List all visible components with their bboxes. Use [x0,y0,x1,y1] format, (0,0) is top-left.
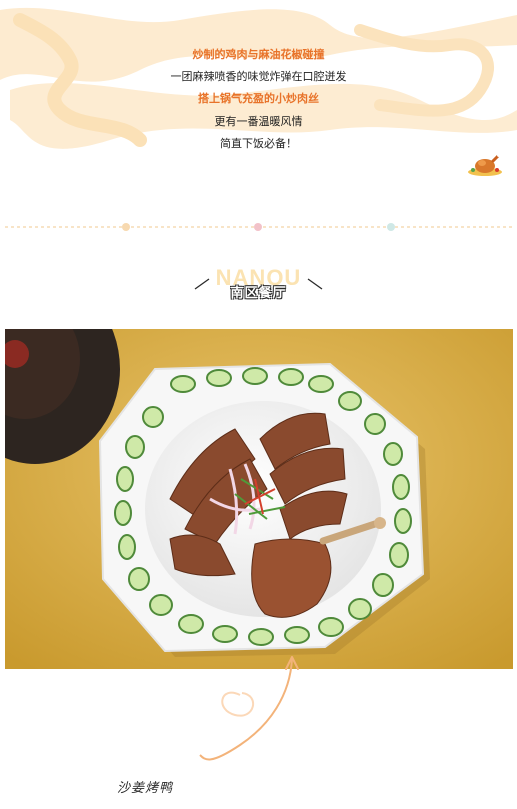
dish-photo [5,329,513,669]
intro-line-4: 更有一番温暖风情 [214,115,303,128]
curved-arrow-decoration [199,656,299,761]
intro-line-3: 搭上锅气充盈的小炒肉丝 [198,92,319,105]
dish-caption: 沙姜烤鸭 [117,781,174,796]
intro-line-2: 一团麻辣喷香的味觉炸弹在口腔迸发 [170,70,347,83]
intro-line-1: 炒制的鸡肉与麻油花椒碰撞 [192,48,325,61]
roast-chicken-icon [468,153,502,176]
section-title: 南区餐厅 [230,286,287,301]
dotted-divider [5,223,512,231]
intro-line-5: 简直下饭必备！ [220,137,297,150]
